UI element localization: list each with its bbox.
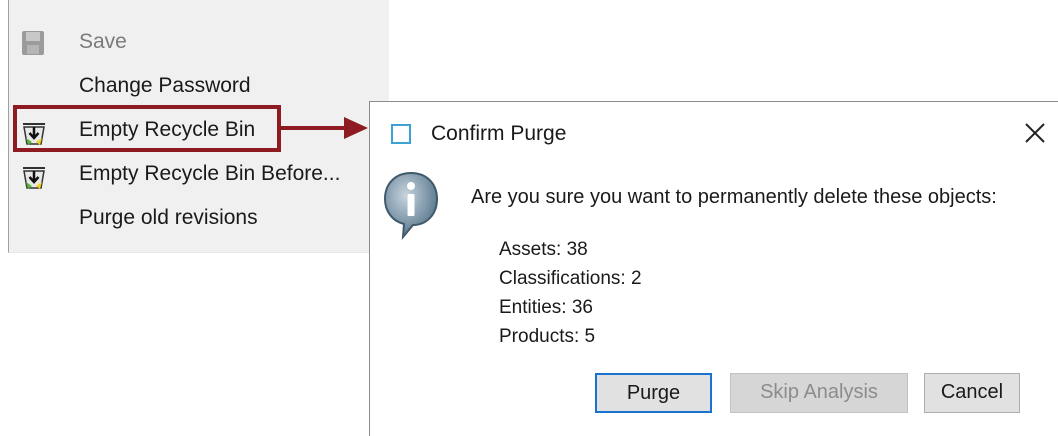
menu-item-save[interactable]: Save <box>9 21 389 65</box>
menu-item-label: Purge old revisions <box>79 206 258 229</box>
confirm-purge-dialog: Confirm Purge Are you sure you want to p… <box>369 101 1058 436</box>
recycle-bin-icon <box>21 162 45 189</box>
menu-item-label: Save <box>79 30 127 53</box>
dialog-title: Confirm Purge <box>431 122 567 145</box>
floppy-disk-icon <box>21 30 45 56</box>
annotation-highlight-box <box>13 105 281 152</box>
annotation-arrow <box>281 126 347 130</box>
cancel-button[interactable]: Cancel <box>924 373 1020 413</box>
count-assets: Assets: 38 <box>499 239 588 260</box>
count-entities: Entities: 36 <box>499 297 593 318</box>
menu-item-label: Change Password <box>79 74 251 97</box>
count-products: Products: 5 <box>499 326 596 347</box>
info-icon <box>382 170 440 241</box>
count-classifications: Classifications: 2 <box>499 268 642 289</box>
window-icon <box>391 124 411 144</box>
menu-item-empty-recycle-bin-before[interactable]: Empty Recycle Bin Before... <box>9 153 389 197</box>
purge-button[interactable]: Purge <box>595 373 712 413</box>
menu-item-purge-old-revisions[interactable]: Purge old revisions <box>9 197 389 241</box>
menu-item-change-password[interactable]: Change Password <box>9 65 389 109</box>
object-counts-list: Assets: 38 Classifications: 2 Entities: … <box>499 235 642 351</box>
annotation-arrow-head <box>344 117 368 139</box>
skip-analysis-button: Skip Analysis <box>730 373 908 413</box>
dialog-message: Are you sure you want to permanently del… <box>471 186 997 208</box>
menu-item-label: Empty Recycle Bin Before... <box>79 162 341 185</box>
close-button[interactable] <box>1018 116 1052 150</box>
screen: Save Change Password Empty Recycle Bin E… <box>0 0 1058 436</box>
close-icon <box>1025 123 1045 143</box>
